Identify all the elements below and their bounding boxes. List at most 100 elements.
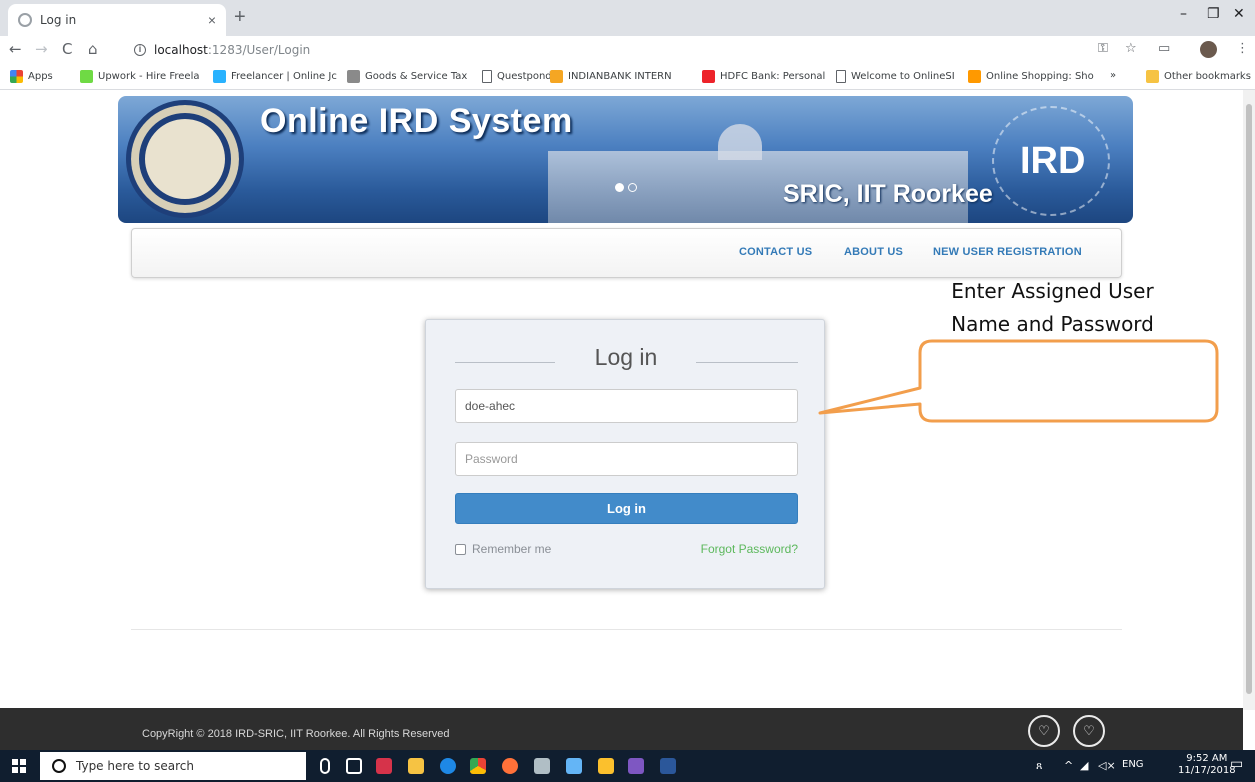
carousel-dot-active[interactable] — [615, 183, 624, 192]
bookmark-questpond[interactable]: Questpond — [482, 70, 552, 83]
minimize-button[interactable]: – — [1180, 6, 1187, 22]
show-hidden-icons[interactable]: ^ — [1064, 759, 1073, 772]
footer-heart-icon[interactable]: ♡ — [1028, 715, 1060, 747]
bookmarks-overflow-button[interactable]: » — [1110, 70, 1116, 81]
sticky-notes-icon[interactable] — [598, 758, 614, 774]
bookmark-upwork[interactable]: Upwork - Hire Freela — [80, 70, 199, 83]
windows-taskbar: Type here to search ጸ ^ ◢ ◁× ENG 9:52 AM… — [0, 750, 1255, 782]
hdfc-icon — [702, 70, 715, 83]
clock-date: 11/17/2018 — [1178, 765, 1236, 776]
people-icon[interactable]: ጸ — [1036, 759, 1042, 773]
volume-muted-icon[interactable]: ◁× — [1098, 759, 1116, 772]
banner-title: Online IRD System — [260, 102, 573, 140]
footer-copyright: CopyRight © 2018 IRD-SRIC, IIT Roorkee. … — [142, 728, 450, 740]
amazon-icon — [968, 70, 981, 83]
taskbar-search-box[interactable]: Type here to search — [40, 752, 306, 780]
password-key-icon[interactable]: ⚿ — [1098, 41, 1108, 56]
page-icon — [482, 70, 492, 83]
notepad-icon[interactable] — [566, 758, 582, 774]
remember-me-option[interactable]: Remember me — [455, 542, 551, 556]
screen: Log in × + – ❐ ✕ ← → C ⌂ i localhost :12… — [0, 0, 1255, 782]
bookmark-indianbank[interactable]: INDIANBANK INTERN — [550, 70, 672, 83]
task-view-icon[interactable] — [346, 758, 362, 774]
bookmark-label: Questpond — [497, 71, 552, 82]
taskbar-search-placeholder: Type here to search — [76, 759, 194, 773]
browser-toolbar: ← → C ⌂ i localhost :1283/User/Login ⚿ ☆… — [0, 36, 1255, 64]
carousel-indicators — [615, 183, 637, 192]
reload-button[interactable]: C — [62, 40, 72, 58]
restore-button[interactable]: ❐ — [1207, 6, 1220, 22]
bookmark-label: Upwork - Hire Freela — [98, 71, 200, 82]
nav-new-user-registration[interactable]: NEW USER REGISTRATION — [933, 246, 1082, 258]
callout-text: Enter Assigned User Name and Password — [900, 275, 1205, 341]
network-icon[interactable]: ◢ — [1080, 759, 1088, 772]
scrollbar-thumb[interactable] — [1246, 104, 1252, 694]
nav-contact-us[interactable]: CONTACT US — [739, 246, 812, 258]
browser-tab[interactable]: Log in × — [8, 4, 226, 36]
bookmark-freelancer[interactable]: Freelancer | Online Jc — [213, 70, 337, 83]
page-scrollbar[interactable] — [1243, 90, 1255, 710]
browser-tab-strip: Log in × + – ❐ ✕ — [0, 0, 1255, 36]
word-icon[interactable] — [660, 758, 676, 774]
visual-studio-icon[interactable] — [628, 758, 644, 774]
back-button[interactable]: ← — [9, 40, 22, 58]
top-navbar: CONTACT US ABOUT US NEW USER REGISTRATIO… — [131, 228, 1122, 278]
freelancer-icon — [213, 70, 226, 83]
callout-line-1: Enter Assigned User — [951, 279, 1154, 303]
bookmarks-bar: Apps Upwork - Hire Freela Freelancer | O… — [0, 64, 1255, 90]
heading-rule-right — [696, 362, 798, 363]
browser-menu-icon[interactable]: ⋮ — [1236, 41, 1249, 56]
chrome-icon[interactable] — [470, 758, 486, 774]
login-submit-button[interactable]: Log in — [455, 493, 798, 524]
iit-roorkee-seal-logo — [126, 100, 244, 218]
site-footer: CopyRight © 2018 IRD-SRIC, IIT Roorkee. … — [0, 708, 1243, 750]
tab-close-icon[interactable]: × — [208, 12, 216, 28]
bookmark-label: HDFC Bank: Personal — [720, 71, 826, 82]
bookmark-amazon[interactable]: Online Shopping: Sho — [968, 70, 1094, 83]
carousel-dot[interactable] — [628, 183, 637, 192]
language-indicator[interactable]: ENG — [1122, 759, 1144, 770]
callout-line-2: Name and Password — [951, 312, 1154, 336]
page-viewport: Online IRD System SRIC, IIT Roorkee IRD … — [0, 90, 1243, 710]
bookmark-star-icon[interactable]: ☆ — [1125, 41, 1137, 56]
apps-grid-icon — [10, 70, 23, 83]
bookmark-label: Welcome to OnlineSI — [851, 71, 955, 82]
forgot-password-link[interactable]: Forgot Password? — [678, 542, 798, 556]
file-explorer-icon[interactable] — [408, 758, 424, 774]
password-input[interactable]: Password — [455, 442, 798, 476]
bookmark-onlinesi[interactable]: Welcome to OnlineSI — [836, 70, 955, 83]
bookmark-hdfc[interactable]: HDFC Bank: Personal — [702, 70, 825, 83]
footer-heart-icon[interactable]: ♡ — [1073, 715, 1105, 747]
bookmark-label: Other bookmarks — [1164, 71, 1251, 82]
other-bookmarks[interactable]: Other bookmarks — [1146, 70, 1251, 83]
home-button[interactable]: ⌂ — [88, 40, 98, 58]
address-bar[interactable]: i localhost :1283/User/Login — [134, 39, 1084, 61]
gst-icon — [347, 70, 360, 83]
edge-icon[interactable] — [440, 758, 456, 774]
username-input[interactable]: doe-ahec — [455, 389, 798, 423]
taskbar-clock[interactable]: 9:52 AM 11/17/2018 — [1178, 753, 1236, 777]
snipping-tool-icon[interactable] — [534, 758, 550, 774]
bookmark-label: Online Shopping: Sho — [986, 71, 1094, 82]
url-host: localhost — [154, 43, 208, 57]
bookmark-apps[interactable]: Apps — [10, 70, 53, 83]
paint-app-icon[interactable] — [376, 758, 392, 774]
upwork-icon — [80, 70, 93, 83]
site-info-icon[interactable]: i — [134, 44, 146, 56]
ird-logo-text: IRD — [1020, 140, 1086, 182]
forward-button[interactable]: → — [35, 40, 48, 58]
remember-me-checkbox[interactable] — [455, 543, 466, 555]
new-tab-button[interactable]: + — [234, 7, 246, 27]
tab-title: Log in — [40, 13, 77, 27]
cast-icon[interactable]: ▭ — [1158, 41, 1170, 56]
profile-avatar[interactable] — [1200, 41, 1217, 58]
close-window-button[interactable]: ✕ — [1233, 6, 1245, 22]
banner-dome-image — [718, 124, 762, 160]
action-center-icon[interactable]: ▭ — [1230, 756, 1243, 772]
firefox-icon[interactable] — [502, 758, 518, 774]
windows-start-icon[interactable] — [12, 759, 26, 773]
content-divider — [131, 629, 1122, 630]
nav-about-us[interactable]: ABOUT US — [844, 246, 903, 258]
bookmark-gst[interactable]: Goods & Service Tax — [347, 70, 467, 83]
microphone-icon[interactable] — [320, 758, 330, 774]
